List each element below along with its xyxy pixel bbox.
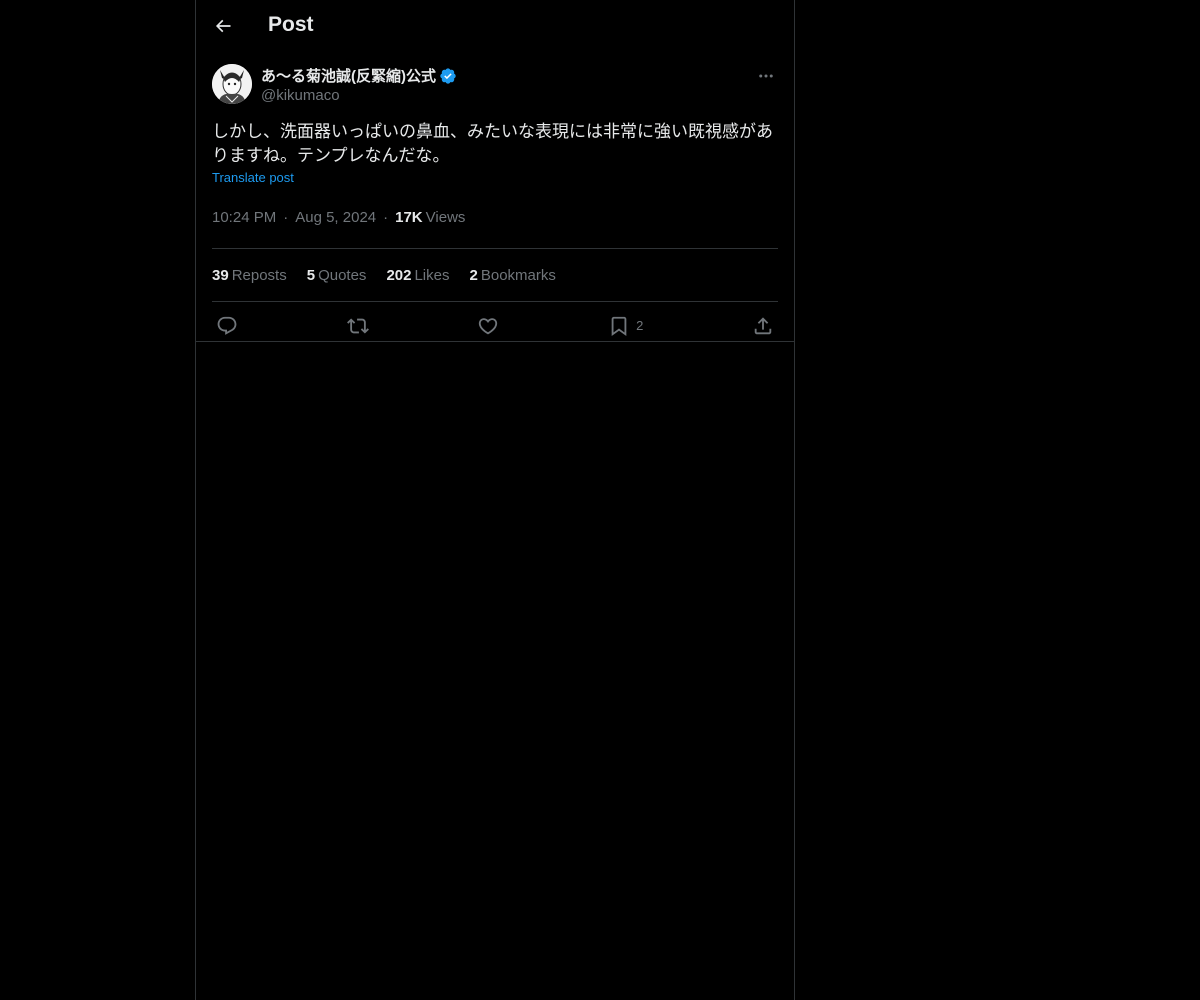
bookmark-count: 2 <box>636 318 644 333</box>
post-meta: 10:24 PM · Aug 5, 2024 · 17K Views <box>212 203 778 249</box>
stat-count: 39 <box>212 266 229 284</box>
avatar-image <box>212 64 252 104</box>
repost-button[interactable] <box>346 315 369 337</box>
verified-badge-icon <box>439 67 457 85</box>
post-divider <box>196 341 794 342</box>
name-line: あ〜る菊池誠(反緊縮)公式 <box>261 65 457 86</box>
author-handle[interactable]: @kikumaco <box>261 87 340 104</box>
like-button[interactable] <box>477 315 499 337</box>
stat-count: 202 <box>386 266 412 284</box>
stat-label: Quotes <box>318 266 367 284</box>
translate-post-link[interactable]: Translate post <box>212 170 294 185</box>
heart-icon <box>479 317 498 334</box>
post-date[interactable]: Aug 5, 2024 <box>295 209 376 226</box>
stat-label: Reposts <box>231 266 287 284</box>
back-button[interactable] <box>208 11 238 41</box>
share-icon <box>754 316 772 334</box>
engagement-stats: 39 Reposts 5 Quotes 202 Likes 2 Bookmarks <box>212 249 778 302</box>
repost-icon <box>346 318 369 333</box>
page-title: Post <box>268 13 314 36</box>
more-options-button[interactable] <box>754 64 778 88</box>
post-time[interactable]: 10:24 PM <box>212 209 276 226</box>
meta-separator: · <box>283 209 289 226</box>
author-display-name[interactable]: あ〜る菊池誠(反緊縮)公式 <box>261 65 436 86</box>
arrow-left-icon <box>215 19 231 33</box>
stat-label: Likes <box>414 266 450 284</box>
post-text: しかし、洗面器いっぱいの鼻血、みたいな表現には非常に強い既視感がありますね。テン… <box>212 122 773 165</box>
stat-quotes[interactable]: 5 Quotes <box>307 267 367 284</box>
bookmark-button[interactable]: 2 <box>608 315 643 337</box>
stat-likes[interactable]: 202 Likes <box>386 267 449 284</box>
post-detail: あ〜る菊池誠(反緊縮)公式 @kikumaco しかし、洗面器いっぱいの鼻血、み… <box>212 62 778 349</box>
reply-button[interactable] <box>216 315 238 337</box>
more-horizontal-icon <box>759 74 773 78</box>
author-row: あ〜る菊池誠(反緊縮)公式 @kikumaco <box>212 62 778 108</box>
bookmark-icon <box>611 316 627 336</box>
stat-count: 5 <box>306 266 316 284</box>
stat-bookmarks[interactable]: 2 Bookmarks <box>470 267 556 284</box>
avatar[interactable] <box>212 64 252 104</box>
main-column: Post あ〜る菊池誠(反緊縮)公式 @kikumaco しかし、洗面器いっぱい… <box>195 0 795 1000</box>
views-count: 17K <box>395 209 423 226</box>
reply-icon <box>217 316 237 335</box>
views-label: Views <box>425 209 466 226</box>
page-header: Post <box>196 0 794 54</box>
share-button[interactable] <box>752 315 774 337</box>
stat-reposts[interactable]: 39 Reposts <box>212 267 287 284</box>
meta-separator: · <box>383 209 389 226</box>
stat-label: Bookmarks <box>480 266 556 284</box>
stat-count: 2 <box>469 266 478 284</box>
